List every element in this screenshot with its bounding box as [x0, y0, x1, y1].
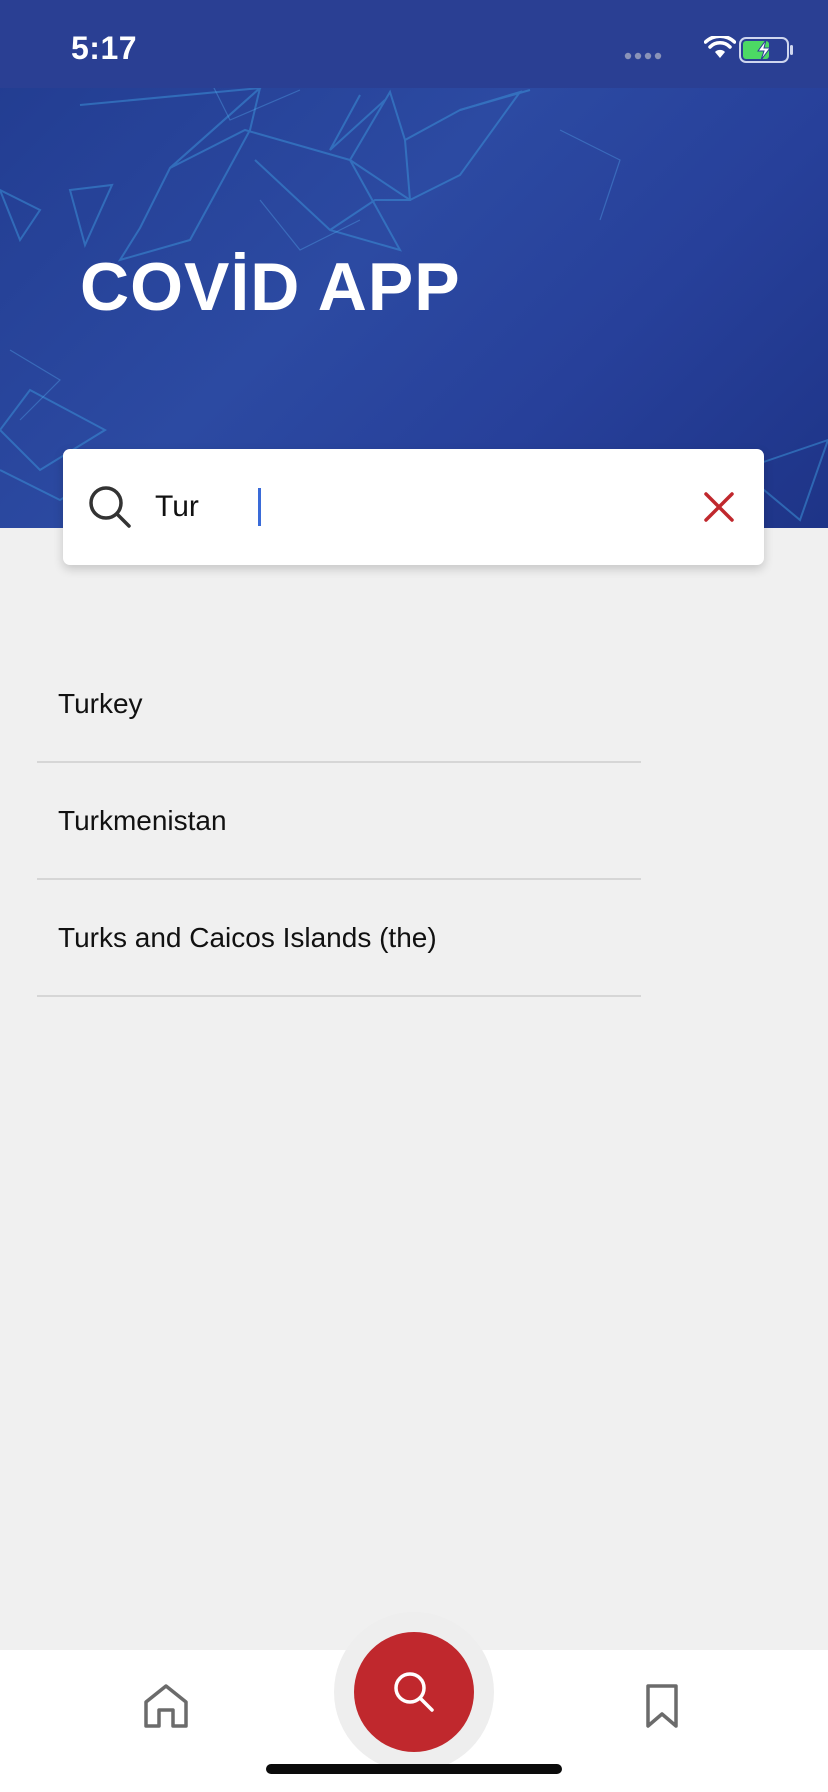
- tab-home[interactable]: [140, 1680, 192, 1732]
- result-item-label: Turkey: [58, 688, 143, 719]
- close-icon: [704, 492, 734, 522]
- result-item-turkey[interactable]: Turkey: [37, 646, 641, 763]
- home-indicator: [266, 1764, 562, 1774]
- result-item-turks-and-caicos[interactable]: Turks and Caicos Islands (the): [37, 880, 641, 997]
- search-input[interactable]: [155, 479, 655, 535]
- status-bar: 5:17: [0, 0, 828, 88]
- search-results-list: Turkey Turkmenistan Turks and Caicos Isl…: [37, 646, 641, 997]
- signal-dots-icon: [624, 52, 662, 60]
- result-item-label: Turkmenistan: [58, 805, 227, 836]
- search-card: [63, 449, 764, 565]
- wifi-icon: [704, 36, 736, 58]
- search-icon: [394, 1672, 434, 1712]
- tab-search-button[interactable]: [354, 1632, 474, 1752]
- home-icon: [144, 1684, 188, 1728]
- search-icon: [89, 486, 131, 528]
- result-item-turkmenistan[interactable]: Turkmenistan: [37, 763, 641, 880]
- app-title: COVİD APP: [80, 249, 461, 325]
- bookmark-icon: [646, 1684, 678, 1728]
- clear-search-button[interactable]: [691, 479, 747, 535]
- result-item-label: Turks and Caicos Islands (the): [58, 922, 437, 953]
- status-time: 5:17: [71, 30, 138, 66]
- text-cursor: [258, 488, 261, 526]
- battery-charging-icon: [739, 37, 793, 63]
- tab-bookmark[interactable]: [636, 1680, 688, 1732]
